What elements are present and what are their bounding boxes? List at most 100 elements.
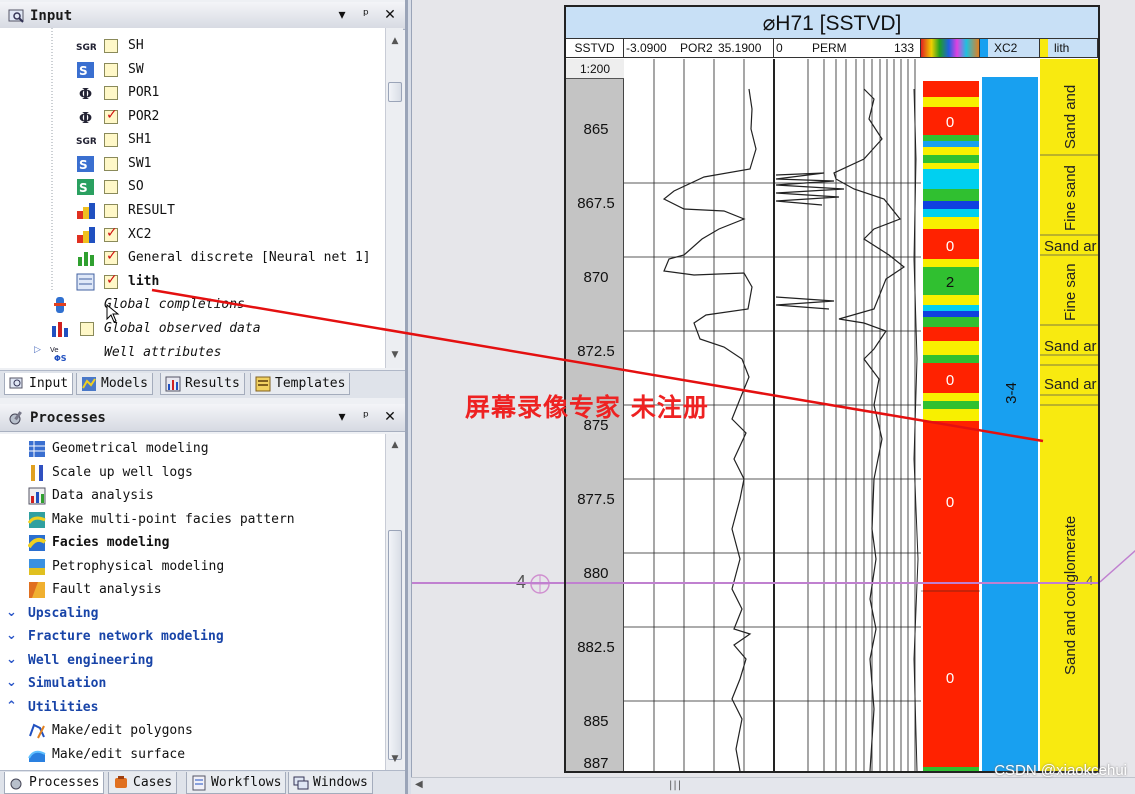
scroll-down-icon[interactable]: ▼ bbox=[386, 350, 404, 364]
scroll-up-icon[interactable]: ▲ bbox=[386, 440, 404, 454]
chevron-down-icon[interactable]: ⌄ bbox=[6, 628, 20, 644]
process-data-analysis[interactable]: Data analysis bbox=[0, 485, 380, 507]
section-label: Simulation bbox=[28, 676, 107, 691]
processes-scrollbar[interactable]: ▲ ▼ bbox=[385, 434, 403, 770]
process-make-edit-polygons[interactable]: Make/edit polygons bbox=[0, 720, 380, 742]
tab-models[interactable]: Models bbox=[76, 373, 153, 395]
checkbox-global-observed-data[interactable] bbox=[80, 322, 94, 336]
tab-windows[interactable]: Windows bbox=[288, 772, 373, 794]
pane-menu-dropdown-icon[interactable]: ▾ bbox=[334, 409, 350, 425]
pane-menu-dropdown-icon[interactable]: ▾ bbox=[334, 7, 350, 23]
scroll-up-icon[interactable]: ▲ bbox=[386, 36, 404, 50]
scroll-left-icon[interactable]: ◀ bbox=[415, 779, 423, 790]
tab-label: Results bbox=[185, 376, 240, 391]
horizon-marker-line-left bbox=[412, 582, 564, 584]
section-upscaling[interactable]: ⌄ Upscaling bbox=[0, 603, 380, 625]
tab-processes[interactable]: Processes bbox=[4, 772, 105, 794]
marker-crosshair-icon[interactable] bbox=[529, 573, 551, 595]
checkbox-sw1[interactable] bbox=[104, 157, 118, 171]
horizon-marker-line[interactable] bbox=[566, 582, 1098, 584]
chevron-up-icon[interactable]: ⌃ bbox=[6, 699, 20, 715]
tree-item-so[interactable]: S SO bbox=[0, 176, 380, 198]
checkbox-general-discrete[interactable] bbox=[104, 248, 118, 265]
process-label: Fault analysis bbox=[52, 582, 162, 597]
sgr-icon: SGR bbox=[76, 43, 96, 53]
chevron-down-icon[interactable]: ⌄ bbox=[6, 652, 20, 668]
facies-column-header bbox=[921, 39, 980, 58]
section-simulation[interactable]: ⌄ Simulation bbox=[0, 673, 380, 695]
tab-workflows[interactable]: Workflows bbox=[186, 772, 287, 794]
section-fracture-network-modeling[interactable]: ⌄ Fracture network modeling bbox=[0, 626, 380, 648]
process-scale-up-well-logs[interactable]: Scale up well logs bbox=[0, 462, 380, 484]
process-facies-modeling[interactable]: Facies modeling bbox=[0, 532, 380, 554]
tree-item-well-attributes[interactable]: ▷ Ve ΦS Well attributes bbox=[0, 342, 380, 364]
tree-item-sh1[interactable]: SGR SH1 bbox=[0, 129, 380, 151]
checkbox-lith[interactable] bbox=[104, 272, 118, 289]
tree-item-lith[interactable]: lith bbox=[0, 271, 380, 293]
scroll-down-icon[interactable]: ▼ bbox=[386, 754, 404, 768]
depth-label: 882.5 bbox=[577, 639, 615, 656]
tab-cases[interactable]: Cases bbox=[108, 772, 178, 794]
close-icon[interactable]: ✕ bbox=[382, 7, 398, 23]
close-icon[interactable]: ✕ bbox=[382, 409, 398, 425]
xc2-name-label: XC2 bbox=[994, 41, 1018, 55]
tree-item-global-observed-data[interactable]: Global observed data bbox=[0, 318, 380, 340]
tree-item-label: XC2 bbox=[128, 227, 152, 242]
tree-item-label: POR2 bbox=[128, 109, 160, 124]
checkbox-so[interactable] bbox=[104, 180, 118, 194]
chevron-down-icon[interactable]: ⌄ bbox=[6, 605, 20, 621]
facies-edge-curve bbox=[913, 88, 919, 771]
lith-track: Sand and Fine sand Sand ar Fine san Sand… bbox=[1040, 59, 1098, 771]
scroll-thumb[interactable] bbox=[388, 82, 402, 102]
horizontal-scrollbar[interactable]: ◀ ||| bbox=[411, 777, 1135, 794]
checkbox-por2[interactable] bbox=[104, 107, 118, 124]
tree-item-general-discrete[interactable]: General discrete [Neural net 1] bbox=[0, 247, 380, 269]
processes-pane-title: Processes bbox=[30, 410, 106, 426]
tree-item-global-completions[interactable]: Global completions bbox=[0, 294, 380, 316]
checkbox-por1[interactable] bbox=[104, 86, 118, 100]
process-geometrical-modeling[interactable]: Geometrical modeling bbox=[0, 438, 380, 460]
process-multi-point-facies[interactable]: Make multi-point facies pattern bbox=[0, 509, 380, 531]
tree-item-por1[interactable]: Φ POR1 bbox=[0, 82, 380, 104]
tree-item-sh[interactable]: SGR SH bbox=[0, 35, 380, 57]
property-icon bbox=[77, 203, 95, 219]
processes-list: Geometrical modeling Scale up well logs … bbox=[0, 434, 385, 770]
lith-label: Fine san bbox=[1062, 263, 1079, 321]
checkbox-sw[interactable] bbox=[104, 63, 118, 77]
scroll-thumb[interactable] bbox=[388, 530, 402, 760]
input-tree: SGR SH S SW Φ POR1 Φ POR2 SGR SH1 S SW1 bbox=[0, 28, 385, 368]
process-petrophysical-modeling[interactable]: Petrophysical modeling bbox=[0, 556, 380, 578]
pin-icon[interactable]: ᵖ bbox=[358, 7, 374, 23]
checkbox-xc2[interactable] bbox=[104, 225, 118, 242]
tree-item-xc2[interactable]: XC2 bbox=[0, 224, 380, 246]
tree-item-result[interactable]: RESULT bbox=[0, 200, 380, 222]
pin-icon[interactable]: ᵖ bbox=[358, 409, 374, 425]
tab-results[interactable]: Results bbox=[160, 373, 245, 395]
checkbox-result[interactable] bbox=[104, 204, 118, 218]
tree-item-sw[interactable]: S SW bbox=[0, 59, 380, 81]
perm-column-header: 0 PERM 133 bbox=[774, 39, 921, 58]
scale-up-well-logs-icon bbox=[31, 465, 43, 481]
section-utilities[interactable]: ⌃ Utilities bbox=[0, 697, 380, 719]
checkbox-sh[interactable] bbox=[104, 39, 118, 53]
tab-input[interactable]: Input bbox=[4, 373, 74, 395]
tab-templates[interactable]: Templates bbox=[250, 373, 351, 395]
sgr-icon: SGR bbox=[76, 137, 96, 147]
process-label: Geometrical modeling bbox=[52, 441, 209, 456]
tree-item-label: Global observed data bbox=[104, 321, 261, 336]
tree-item-por2[interactable]: Φ POR2 bbox=[0, 106, 380, 128]
tree-item-sw1[interactable]: S SW1 bbox=[0, 153, 380, 175]
property-icon bbox=[77, 227, 95, 243]
input-tree-scrollbar[interactable]: ▲ ▼ bbox=[385, 28, 403, 368]
chevron-down-icon[interactable]: ⌄ bbox=[6, 675, 20, 691]
process-make-edit-surface[interactable]: Make/edit surface bbox=[0, 744, 380, 766]
expand-arrow-icon[interactable]: ▷ bbox=[34, 345, 41, 355]
tab-label: Input bbox=[29, 376, 69, 391]
processes-tab-icon bbox=[10, 778, 22, 790]
process-fault-analysis[interactable]: Fault analysis bbox=[0, 579, 380, 601]
depth-label: 872.5 bbox=[577, 343, 615, 360]
section-well-engineering[interactable]: ⌄ Well engineering bbox=[0, 650, 380, 672]
xc2-track: 3-4 bbox=[980, 59, 1040, 771]
scroll-grip-icon[interactable]: ||| bbox=[669, 780, 682, 791]
checkbox-sh1[interactable] bbox=[104, 133, 118, 147]
